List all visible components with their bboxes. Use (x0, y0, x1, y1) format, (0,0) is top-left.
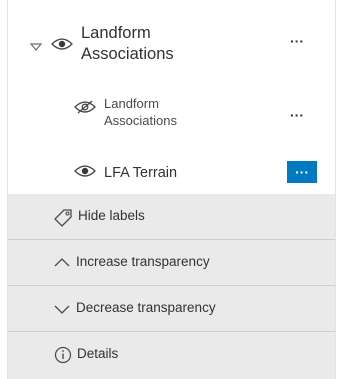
info-icon (54, 346, 72, 364)
menu-item-label: Hide labels (78, 208, 145, 223)
lfa-terrain-options-button[interactable]: ··· (287, 161, 317, 183)
eye-icon[interactable] (74, 164, 96, 178)
child-layer-title-line1: Landform (104, 96, 159, 111)
chevron-up-icon (54, 258, 70, 267)
child-layer-title-line2: Associations (104, 113, 177, 128)
menu-item-label: Increase transparency (76, 254, 210, 269)
chevron-down-icon (54, 305, 70, 314)
menu-item-hide-labels[interactable]: Hide labels (8, 194, 335, 240)
child-layer-title: Landform Associations (104, 95, 177, 129)
group-layer-options-button[interactable]: ··· (281, 30, 313, 52)
collapse-caret-icon[interactable] (30, 43, 42, 52)
menu-item-increase-transparency[interactable]: Increase transparency (8, 240, 335, 286)
menu-item-label: Decrease transparency (76, 300, 216, 315)
eye-off-icon[interactable] (74, 99, 96, 115)
eye-icon[interactable] (51, 37, 73, 51)
lfa-terrain-title: LFA Terrain (104, 165, 178, 181)
tag-icon (54, 209, 72, 227)
menu-item-label: Details (77, 346, 119, 361)
menu-item-decrease-transparency[interactable]: Decrease transparency (8, 286, 335, 332)
group-layer-title-line2: Associations (81, 45, 174, 63)
group-layer-title: Landform Associations (81, 23, 174, 65)
group-layer-title-line1: Landform (81, 24, 151, 42)
child-layer-options-button[interactable]: ··· (281, 104, 313, 126)
menu-item-details[interactable]: Details (8, 332, 335, 378)
layer-options-menu: Hide labels Increase transparency Decrea… (8, 194, 335, 379)
